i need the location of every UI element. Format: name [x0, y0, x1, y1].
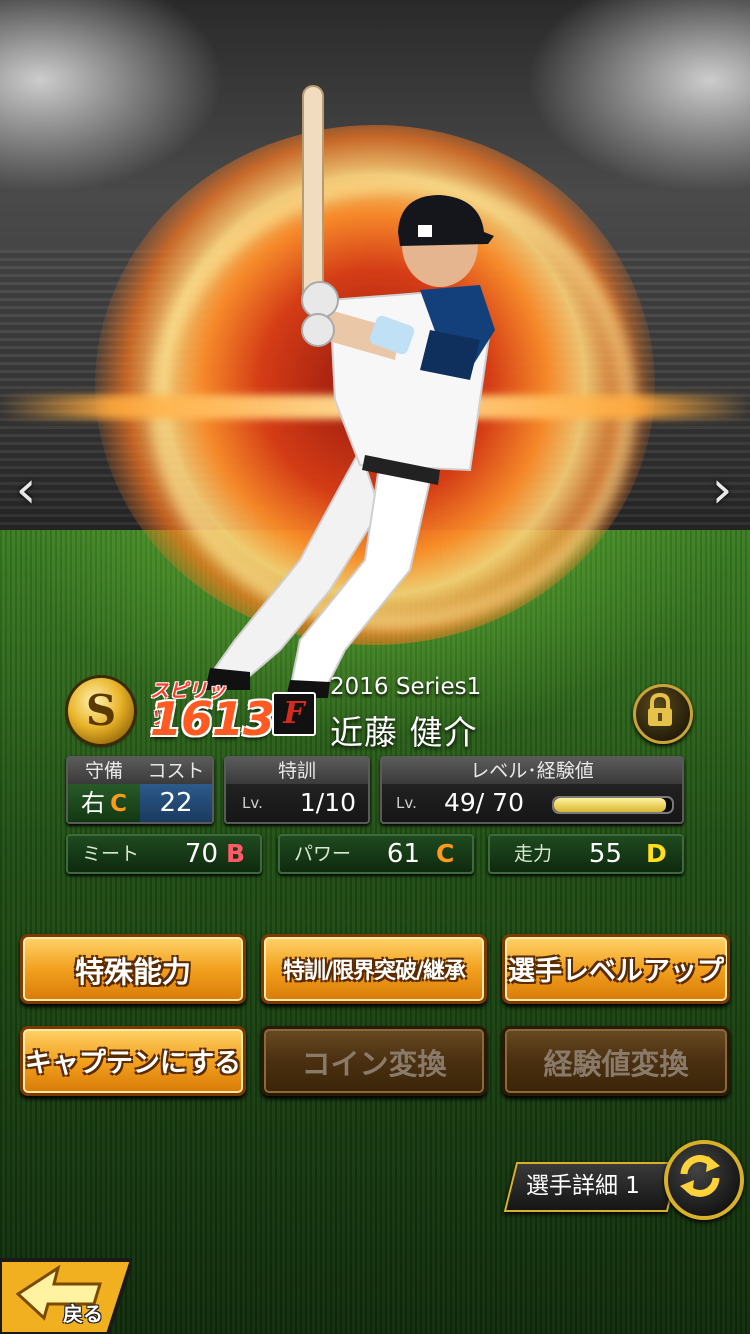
- training-header: 特訓: [226, 758, 368, 784]
- level-up-button[interactable]: 選手レベルアップ: [502, 934, 730, 1004]
- special-ability-button[interactable]: 特殊能力: [20, 934, 246, 1004]
- speed-stat: 走力 55 D: [488, 834, 684, 874]
- lock-button[interactable]: [633, 684, 693, 744]
- power-label: パワー: [294, 843, 352, 865]
- position-header: 守備: [68, 758, 140, 784]
- exp-exchange-button[interactable]: 経験値変換: [502, 1026, 730, 1096]
- power-stat: パワー 61 C: [278, 834, 474, 874]
- level-value: 49/ 70: [444, 788, 524, 817]
- exp-bar: [552, 796, 674, 814]
- training-value: 1/10: [299, 788, 356, 817]
- meet-value: 70: [184, 839, 218, 869]
- spirits-value: 1613: [150, 692, 275, 746]
- training-cell: Lv. 1/10: [226, 784, 368, 822]
- coin-exchange-button[interactable]: コイン変換: [261, 1026, 487, 1096]
- player-detail-label: 選手詳細 1: [526, 1173, 640, 1199]
- cost-value: 22: [159, 788, 193, 818]
- lock-icon: [648, 692, 672, 726]
- level-lv-label: Lv.: [396, 794, 417, 812]
- training-break-inherit-button[interactable]: 特訓/限界突破/継承: [261, 934, 487, 1004]
- chevron-right-icon: ›: [711, 460, 733, 520]
- make-captain-button[interactable]: キャプテンにする: [20, 1026, 246, 1096]
- player-illustration: [205, 85, 495, 698]
- training-lv-label: Lv.: [242, 794, 263, 812]
- cost-header: コスト: [140, 758, 212, 784]
- training-box: 特訓 Lv. 1/10: [224, 756, 370, 824]
- cost-cell: 22: [140, 784, 212, 822]
- swap-detail-button[interactable]: [664, 1140, 744, 1220]
- speed-value: 55: [588, 839, 622, 869]
- card-series: 2016 Series1: [330, 674, 482, 700]
- meet-label: ミート: [82, 843, 140, 865]
- exp-bar-fill: [554, 798, 667, 812]
- position-value: 右: [81, 789, 105, 817]
- power-grade: C: [436, 839, 455, 868]
- meet-stat: ミート 70 B: [66, 834, 262, 874]
- position-cell: 右 C: [68, 784, 140, 822]
- power-value: 61: [386, 839, 420, 869]
- team-logo-icon: F: [272, 692, 316, 736]
- position-grade: C: [110, 791, 127, 817]
- swap-arrows-icon: [680, 1155, 720, 1197]
- level-header: レベル･経験値: [382, 758, 682, 784]
- meet-grade: B: [226, 839, 246, 868]
- speed-label: 走力: [514, 843, 553, 865]
- player-name: 近藤 健介: [330, 713, 478, 752]
- position-cost-box: 守備 コスト 右 C 22: [66, 756, 214, 824]
- chevron-left-icon: ‹: [15, 460, 37, 520]
- back-label: 戻る: [63, 1302, 103, 1326]
- rank-s-coin-icon: S: [68, 678, 134, 744]
- prev-player-arrow[interactable]: ‹: [6, 460, 46, 520]
- speed-grade: D: [646, 839, 667, 868]
- next-player-arrow[interactable]: ›: [702, 460, 742, 520]
